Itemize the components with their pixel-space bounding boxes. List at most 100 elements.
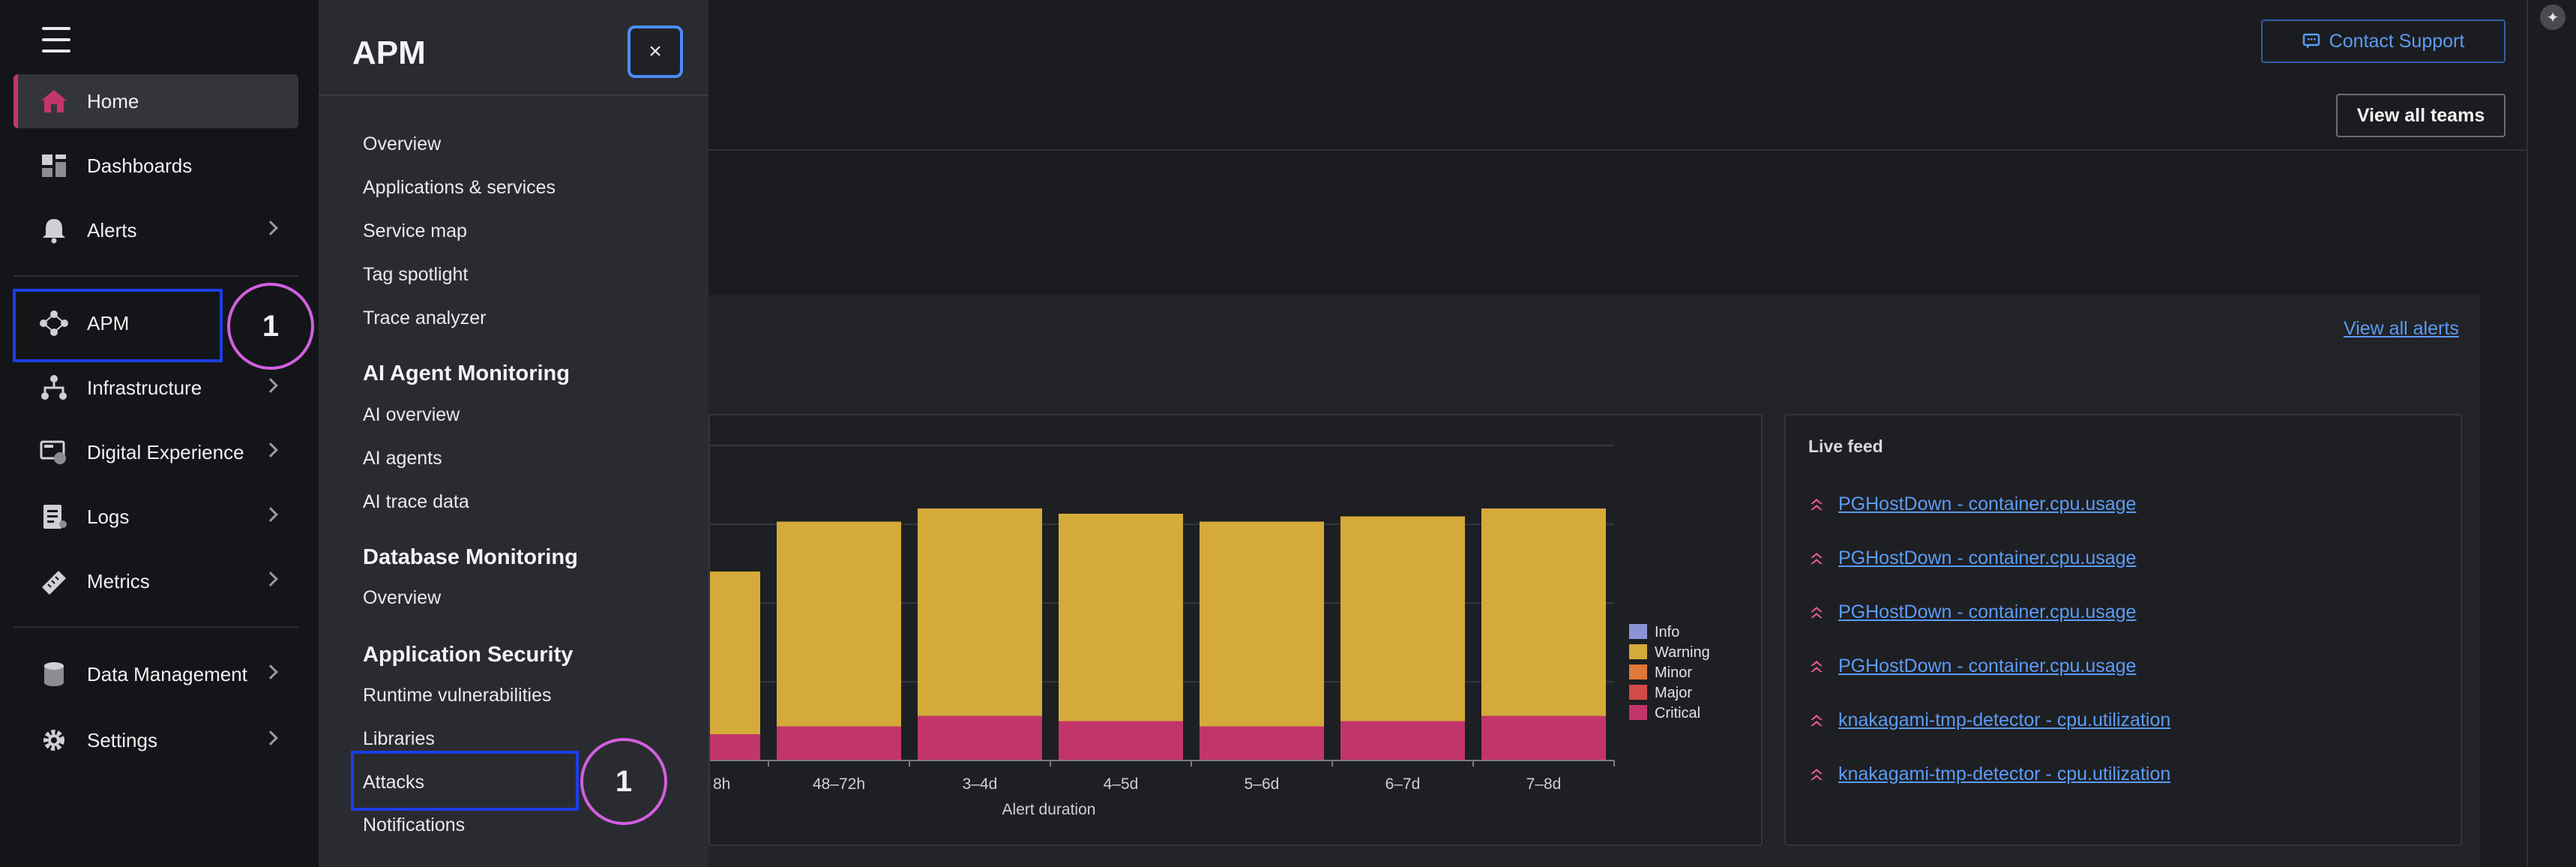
- legend-label-minor: Minor: [1655, 664, 1692, 681]
- bar-warning: [1059, 514, 1183, 722]
- legend-swatch-critical: [1629, 705, 1647, 720]
- live-feed-item[interactable]: knakagami-tmp-detector - cpu.utilization: [1808, 764, 2170, 785]
- legend-label-warning: Warning: [1655, 644, 1710, 661]
- nav-item-metrics[interactable]: Metrics: [13, 554, 298, 608]
- nav-item-home[interactable]: Home: [13, 74, 298, 128]
- critical-severity-icon: [1811, 552, 1823, 564]
- chevron-right-icon: [263, 220, 278, 236]
- panel-divider: [319, 94, 708, 96]
- legend-label-info: Info: [1655, 624, 1679, 640]
- x-axis-label: Alert duration: [1002, 801, 1096, 818]
- critical-severity-icon: [1811, 498, 1823, 510]
- critical-severity-icon: [1811, 768, 1823, 780]
- bar-critical: [918, 716, 1042, 760]
- bar-critical: [777, 726, 901, 760]
- view-all-alerts-link[interactable]: View all alerts: [2344, 318, 2459, 340]
- menu-link-libraries[interactable]: Libraries: [363, 728, 435, 750]
- chevron-right-icon: [263, 378, 278, 393]
- menu-link-runtime-vulnerabilities[interactable]: Runtime vulnerabilities: [363, 685, 552, 706]
- nav-item-dashboards[interactable]: Dashboards: [13, 139, 298, 193]
- live-feed-link[interactable]: knakagami-tmp-detector - cpu.utilization: [1838, 710, 2170, 731]
- live-feed-item[interactable]: PGHostDown - container.cpu.usage: [1808, 602, 2136, 623]
- nav-label-digital-experience: Digital Experience: [87, 440, 244, 464]
- database-icon: [44, 662, 64, 686]
- nav-divider: [13, 626, 298, 628]
- menu-link-ai-trace-data[interactable]: AI trace data: [363, 491, 469, 513]
- legend-label-major: Major: [1655, 685, 1692, 701]
- nav-item-data-management[interactable]: Data Management: [13, 647, 298, 701]
- close-icon: ×: [648, 39, 662, 64]
- chevron-right-icon: [263, 507, 278, 522]
- bar-warning: [710, 572, 760, 734]
- apm-flyout-panel: APM × Overview Applications & services S…: [319, 0, 708, 867]
- menu-link-notifications[interactable]: Notifications: [363, 814, 465, 836]
- menu-link-applications-services[interactable]: Applications & services: [363, 177, 556, 199]
- contact-support-label: Contact Support: [2329, 30, 2465, 52]
- contact-support-button[interactable]: Contact Support: [2261, 20, 2506, 63]
- live-feed-item[interactable]: PGHostDown - container.cpu.usage: [1808, 656, 2136, 677]
- bar-warning: [1200, 521, 1324, 727]
- chat-icon: [2302, 33, 2320, 49]
- nav-item-digital-experience[interactable]: Digital Experience: [13, 425, 298, 479]
- chevron-right-icon: [263, 442, 278, 458]
- nav-item-infrastructure[interactable]: Infrastructure: [13, 361, 298, 415]
- menu-link-db-overview[interactable]: Overview: [363, 587, 441, 609]
- bar-warning: [777, 521, 901, 727]
- left-nav: Home Dashboards Alerts APM Infrastructur…: [0, 0, 319, 867]
- live-feed-link[interactable]: PGHostDown - container.cpu.usage: [1838, 494, 2136, 515]
- bar-critical: [1340, 721, 1465, 760]
- nav-item-settings[interactable]: Settings: [13, 713, 298, 767]
- live-feed-link[interactable]: PGHostDown - container.cpu.usage: [1838, 602, 2136, 623]
- menu-link-ai-overview[interactable]: AI overview: [363, 404, 460, 426]
- sparkle-assistant-icon[interactable]: ✦: [2540, 4, 2566, 30]
- live-feed-title: Live feed: [1808, 436, 1883, 456]
- alert-duration-chart-card: 8h 48–72h 3–4d 4–5d 5–6d 6–7d 7–8d Alert durati…: [708, 414, 1763, 846]
- close-button[interactable]: ×: [628, 26, 683, 78]
- nav-label-home: Home: [87, 89, 139, 112]
- live-feed-item[interactable]: PGHostDown - container.cpu.usage: [1808, 548, 2136, 569]
- chevron-right-icon: [263, 730, 278, 746]
- bar-warning: [918, 508, 1042, 716]
- live-feed-link[interactable]: knakagami-tmp-detector - cpu.utilization: [1838, 764, 2170, 785]
- bar-critical: [1059, 721, 1183, 760]
- infrastructure-icon: [41, 375, 67, 400]
- legend-swatch-warning: [1629, 644, 1647, 659]
- nav-label-infrastructure: Infrastructure: [87, 376, 202, 399]
- x-tick-label: 3–4d: [963, 776, 998, 793]
- nav-item-alerts[interactable]: Alerts: [13, 203, 298, 257]
- critical-severity-icon: [1811, 660, 1823, 672]
- menu-link-ai-agents[interactable]: AI agents: [363, 448, 442, 470]
- alert-duration-chart: 8h 48–72h 3–4d 4–5d 5–6d 6–7d 7–8d Alert durati…: [710, 445, 1710, 818]
- live-feed-link[interactable]: PGHostDown - container.cpu.usage: [1838, 548, 2136, 569]
- nav-label-data-management: Data Management: [87, 662, 247, 686]
- bar-critical: [1481, 716, 1606, 760]
- critical-severity-icon: [1811, 714, 1823, 726]
- gear-icon: [43, 730, 64, 751]
- hamburger-menu-icon[interactable]: [42, 27, 70, 52]
- dashboards-icon: [42, 154, 66, 177]
- live-feed-item[interactable]: PGHostDown - container.cpu.usage: [1808, 494, 2136, 515]
- metrics-icon: [42, 571, 66, 595]
- x-tick-label: 6–7d: [1385, 776, 1421, 793]
- live-feed-item[interactable]: knakagami-tmp-detector - cpu.utilization: [1808, 710, 2170, 731]
- live-feed-link[interactable]: PGHostDown - container.cpu.usage: [1838, 656, 2136, 677]
- menu-link-trace-analyzer[interactable]: Trace analyzer: [363, 308, 486, 329]
- menu-link-tag-spotlight[interactable]: Tag spotlight: [363, 264, 468, 286]
- legend-swatch-info: [1629, 624, 1647, 639]
- chevron-right-icon: [263, 664, 278, 680]
- step-marker-apm: 1: [227, 283, 314, 370]
- right-gutter: [2528, 0, 2576, 867]
- menu-link-overview[interactable]: Overview: [363, 134, 441, 155]
- x-tick-label: 4–5d: [1104, 776, 1139, 793]
- nav-label-dashboards: Dashboards: [87, 154, 193, 177]
- bell-icon: [43, 219, 65, 244]
- menu-link-service-map[interactable]: Service map: [363, 220, 467, 242]
- view-all-teams-button[interactable]: View all teams: [2336, 94, 2506, 137]
- nav-label-logs: Logs: [87, 505, 130, 528]
- bar-warning: [1340, 516, 1465, 722]
- home-icon: [41, 90, 67, 112]
- nav-divider: [13, 275, 298, 277]
- nav-label-settings: Settings: [87, 728, 157, 752]
- nav-item-logs[interactable]: Logs: [13, 490, 298, 544]
- bar-critical: [1200, 726, 1324, 760]
